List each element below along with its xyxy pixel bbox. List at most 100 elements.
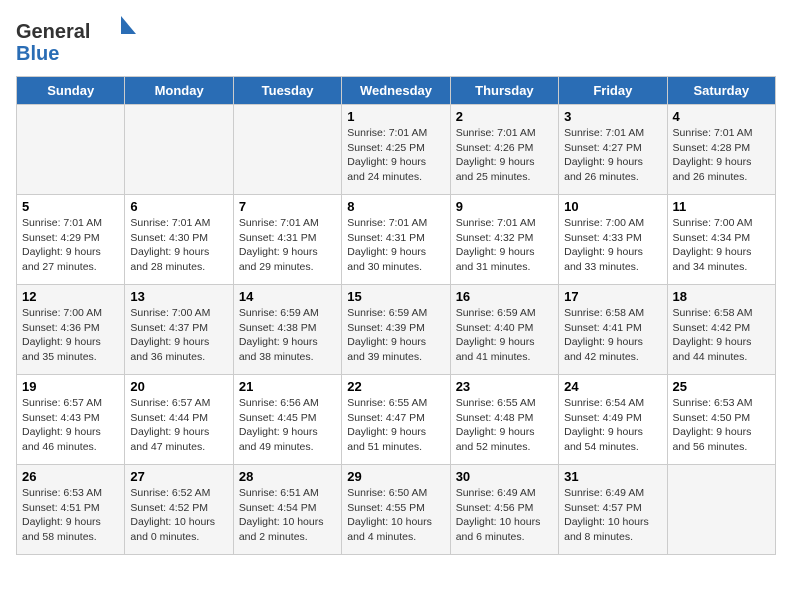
day-number: 4 (673, 109, 770, 124)
day-info: Sunrise: 6:49 AMSunset: 4:56 PMDaylight:… (456, 486, 553, 545)
weekday-header: Tuesday (233, 77, 341, 105)
day-number: 11 (673, 199, 770, 214)
day-number: 12 (22, 289, 119, 304)
logo: GeneralBlue (16, 16, 136, 66)
calendar-cell: 12Sunrise: 7:00 AMSunset: 4:36 PMDayligh… (17, 285, 125, 375)
day-number: 29 (347, 469, 444, 484)
day-number: 24 (564, 379, 661, 394)
calendar-cell: 6 Sunrise: 7:01 AMSunset: 4:30 PMDaylight… (125, 195, 233, 285)
day-number: 25 (673, 379, 770, 394)
calendar-week-row: 19Sunrise: 6:57 AMSunset: 4:43 PMDayligh… (17, 375, 776, 465)
day-number: 16 (456, 289, 553, 304)
calendar-cell: 15 Sunrise: 6:59 AMSunset: 4:39 PMDayligh… (342, 285, 450, 375)
calendar-cell: 3 Sunrise: 7:01 AMSunset: 4:27 PMDaylight… (559, 105, 667, 195)
day-number: 9 (456, 199, 553, 214)
calendar-cell: 24 Sunrise: 6:54 AMSunset: 4:49 PMDayligh… (559, 375, 667, 465)
calendar-cell: 1 Sunrise: 7:01 AMSunset: 4:25 PMDaylight… (342, 105, 450, 195)
calendar-cell: 31 Sunrise: 6:49 AMSunset: 4:57 PMDayligh… (559, 465, 667, 555)
day-info: Sunrise: 6:58 AMSunset: 4:41 PMDaylight:… (564, 306, 661, 365)
calendar-table: SundayMondayTuesdayWednesdayThursdayFrid… (16, 76, 776, 555)
calendar-cell: 21 Sunrise: 6:56 AMSunset: 4:45 PMDayligh… (233, 375, 341, 465)
calendar-cell: 28 Sunrise: 6:51 AMSunset: 4:54 PMDayligh… (233, 465, 341, 555)
day-number: 3 (564, 109, 661, 124)
day-number: 26 (22, 469, 119, 484)
calendar-cell: 29 Sunrise: 6:50 AMSunset: 4:55 PMDayligh… (342, 465, 450, 555)
day-info: Sunrise: 6:59 AMSunset: 4:39 PMDaylight:… (347, 306, 444, 365)
svg-text:Blue: Blue (16, 43, 59, 65)
day-info: Sunrise: 6:51 AMSunset: 4:54 PMDaylight:… (239, 486, 336, 545)
weekday-header: Saturday (667, 77, 775, 105)
day-info: Sunrise: 7:01 AMSunset: 4:30 PMDaylight:… (130, 216, 227, 275)
day-number: 5 (22, 199, 119, 214)
day-number: 13 (130, 289, 227, 304)
calendar-cell (233, 105, 341, 195)
weekday-header: Monday (125, 77, 233, 105)
calendar-week-row: 26 Sunrise: 6:53 AMSunset: 4:51 PMDayligh… (17, 465, 776, 555)
day-info: Sunrise: 7:00 AMSunset: 4:34 PMDaylight:… (673, 216, 770, 275)
day-info: Sunrise: 6:49 AMSunset: 4:57 PMDaylight:… (564, 486, 661, 545)
day-info: Sunrise: 6:50 AMSunset: 4:55 PMDaylight:… (347, 486, 444, 545)
day-info: Sunrise: 7:01 AMSunset: 4:28 PMDaylight:… (673, 126, 770, 185)
day-number: 27 (130, 469, 227, 484)
day-number: 1 (347, 109, 444, 124)
calendar-cell (125, 105, 233, 195)
day-number: 17 (564, 289, 661, 304)
calendar-cell: 16 Sunrise: 6:59 AMSunset: 4:40 PMDayligh… (450, 285, 558, 375)
day-info: Sunrise: 6:56 AMSunset: 4:45 PMDaylight:… (239, 396, 336, 455)
calendar-cell: 9 Sunrise: 7:01 AMSunset: 4:32 PMDaylight… (450, 195, 558, 285)
calendar-cell (17, 105, 125, 195)
day-info: Sunrise: 7:01 AMSunset: 4:32 PMDaylight:… (456, 216, 553, 275)
day-info: Sunrise: 6:57 AMSunset: 4:43 PMDaylight:… (22, 396, 119, 455)
day-number: 7 (239, 199, 336, 214)
day-info: Sunrise: 7:01 AMSunset: 4:26 PMDaylight:… (456, 126, 553, 185)
day-info: Sunrise: 7:01 AMSunset: 4:25 PMDaylight:… (347, 126, 444, 185)
day-info: Sunrise: 6:58 AMSunset: 4:42 PMDaylight:… (673, 306, 770, 365)
day-info: Sunrise: 6:59 AMSunset: 4:40 PMDaylight:… (456, 306, 553, 365)
day-info: Sunrise: 7:01 AMSunset: 4:31 PMDaylight:… (239, 216, 336, 275)
day-number: 18 (673, 289, 770, 304)
day-number: 10 (564, 199, 661, 214)
calendar-week-row: 5Sunrise: 7:01 AMSunset: 4:29 PMDaylight… (17, 195, 776, 285)
day-info: Sunrise: 6:55 AMSunset: 4:47 PMDaylight:… (347, 396, 444, 455)
day-number: 6 (130, 199, 227, 214)
calendar-cell: 30 Sunrise: 6:49 AMSunset: 4:56 PMDayligh… (450, 465, 558, 555)
weekday-header-row: SundayMondayTuesdayWednesdayThursdayFrid… (17, 77, 776, 105)
calendar-cell: 11 Sunrise: 7:00 AMSunset: 4:34 PMDayligh… (667, 195, 775, 285)
day-info: Sunrise: 6:57 AMSunset: 4:44 PMDaylight:… (130, 396, 227, 455)
calendar-cell: 17 Sunrise: 6:58 AMSunset: 4:41 PMDayligh… (559, 285, 667, 375)
weekday-header: Thursday (450, 77, 558, 105)
calendar-cell: 8 Sunrise: 7:01 AMSunset: 4:31 PMDaylight… (342, 195, 450, 285)
page-header: GeneralBlue (16, 16, 776, 66)
calendar-cell: 7 Sunrise: 7:01 AMSunset: 4:31 PMDaylight… (233, 195, 341, 285)
day-number: 8 (347, 199, 444, 214)
day-number: 22 (347, 379, 444, 394)
day-info: Sunrise: 6:59 AMSunset: 4:38 PMDaylight:… (239, 306, 336, 365)
calendar-cell: 2 Sunrise: 7:01 AMSunset: 4:26 PMDaylight… (450, 105, 558, 195)
day-number: 31 (564, 469, 661, 484)
day-number: 28 (239, 469, 336, 484)
calendar-cell: 14 Sunrise: 6:59 AMSunset: 4:38 PMDayligh… (233, 285, 341, 375)
day-info: Sunrise: 6:55 AMSunset: 4:48 PMDaylight:… (456, 396, 553, 455)
calendar-cell: 26 Sunrise: 6:53 AMSunset: 4:51 PMDayligh… (17, 465, 125, 555)
calendar-cell (667, 465, 775, 555)
calendar-cell: 25Sunrise: 6:53 AMSunset: 4:50 PMDayligh… (667, 375, 775, 465)
calendar-cell: 10Sunrise: 7:00 AMSunset: 4:33 PMDayligh… (559, 195, 667, 285)
calendar-cell: 4 Sunrise: 7:01 AMSunset: 4:28 PMDaylight… (667, 105, 775, 195)
calendar-cell: 19Sunrise: 6:57 AMSunset: 4:43 PMDayligh… (17, 375, 125, 465)
calendar-cell: 5Sunrise: 7:01 AMSunset: 4:29 PMDaylight… (17, 195, 125, 285)
day-info: Sunrise: 6:53 AMSunset: 4:51 PMDaylight:… (22, 486, 119, 545)
logo-svg: GeneralBlue (16, 16, 136, 66)
calendar-week-row: 1 Sunrise: 7:01 AMSunset: 4:25 PMDaylight… (17, 105, 776, 195)
day-info: Sunrise: 7:01 AMSunset: 4:27 PMDaylight:… (564, 126, 661, 185)
day-info: Sunrise: 7:01 AMSunset: 4:31 PMDaylight:… (347, 216, 444, 275)
day-info: Sunrise: 6:54 AMSunset: 4:49 PMDaylight:… (564, 396, 661, 455)
calendar-cell: 22 Sunrise: 6:55 AMSunset: 4:47 PMDayligh… (342, 375, 450, 465)
svg-text:General: General (16, 21, 90, 43)
day-number: 30 (456, 469, 553, 484)
day-number: 15 (347, 289, 444, 304)
calendar-cell: 20Sunrise: 6:57 AMSunset: 4:44 PMDayligh… (125, 375, 233, 465)
day-number: 14 (239, 289, 336, 304)
calendar-week-row: 12Sunrise: 7:00 AMSunset: 4:36 PMDayligh… (17, 285, 776, 375)
day-number: 21 (239, 379, 336, 394)
day-number: 2 (456, 109, 553, 124)
